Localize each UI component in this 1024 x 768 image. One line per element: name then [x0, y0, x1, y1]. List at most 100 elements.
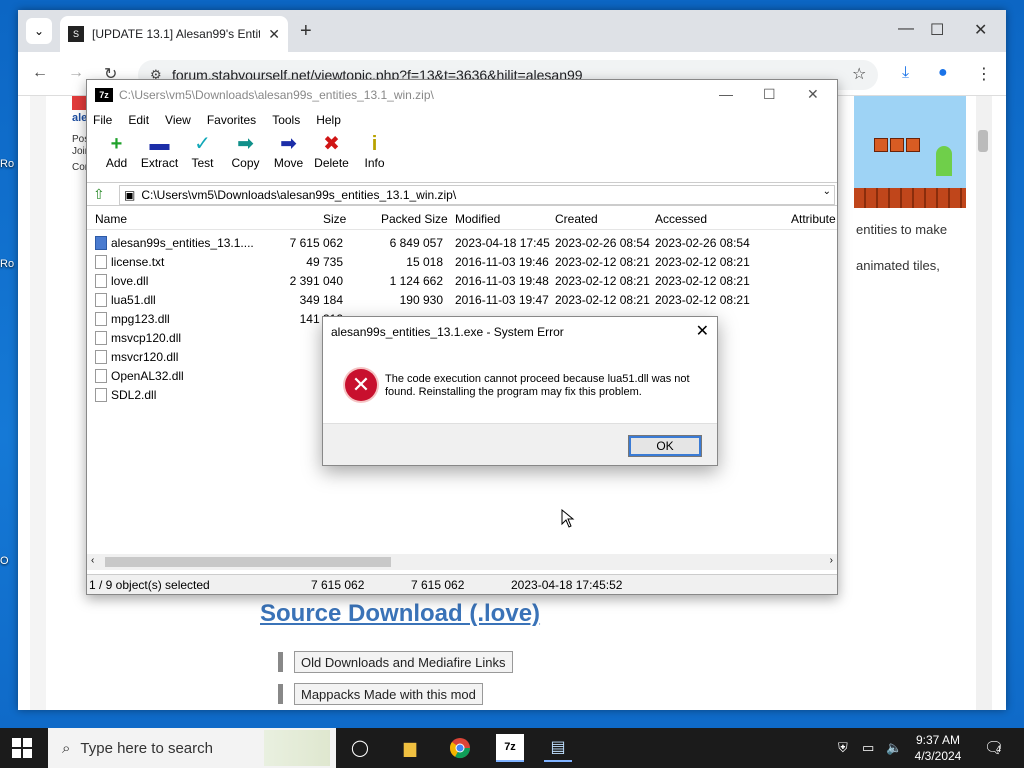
- menu-view[interactable]: View: [165, 113, 191, 127]
- taskbar-search[interactable]: ⌕ Type here to search: [48, 728, 336, 768]
- system-error-dialog: alesan99s_entities_13.1.exe - System Err…: [322, 316, 718, 466]
- 7zip-toolbar: + Add ▬ Extract ✓ Test ➡ Copy ➡ Move ✖ Delete i Info: [87, 132, 837, 178]
- close-window-button[interactable]: ✕: [807, 86, 819, 103]
- toolbar-move-button[interactable]: ➡ Move: [267, 132, 310, 178]
- desktop-icon-label[interactable]: Ro: [0, 158, 14, 170]
- toolbar-copy-button[interactable]: ➡ Copy: [224, 132, 267, 178]
- close-icon[interactable]: ✕: [696, 321, 709, 341]
- status-packed: 7 615 062: [411, 578, 465, 592]
- scroll-left-icon[interactable]: ‹: [91, 555, 94, 566]
- list-marker: [278, 652, 283, 672]
- game-screenshot-image: [854, 96, 966, 208]
- file-icon: [95, 312, 107, 326]
- 7zip-title-bar[interactable]: 7z C:\Users\vm5\Downloads\alesan99s_enti…: [87, 80, 837, 110]
- pipe-sprite: [936, 146, 952, 176]
- 7zip-icon[interactable]: 7z: [496, 734, 524, 762]
- file-icon: [95, 350, 107, 364]
- menu-file[interactable]: File: [93, 113, 112, 127]
- list-marker: [278, 684, 283, 704]
- profile-icon[interactable]: ●: [938, 64, 948, 82]
- path-input[interactable]: ▣ C:\Users\vm5\Downloads\alesan99s_entit…: [119, 185, 835, 205]
- dialog-message: The code execution cannot proceed becaus…: [385, 373, 690, 398]
- file-packed: 1 124 662: [389, 274, 443, 288]
- chrome-icon[interactable]: [446, 734, 474, 762]
- chevron-down-icon[interactable]: ⌄: [823, 186, 831, 197]
- network-icon[interactable]: ▭: [862, 740, 874, 756]
- chevron-down-icon: ⌄: [33, 24, 45, 38]
- taskbar: ⌕ Type here to search ◯ ▆ 7z ▤ ⛨ ▭ 🔈 9:3…: [0, 728, 1024, 768]
- file-icon: [95, 274, 107, 288]
- 7zip-menu-bar: File Edit View Favorites Tools Help: [87, 110, 837, 130]
- ok-button[interactable]: OK: [628, 435, 702, 457]
- file-created: 2023-02-12 08:21: [555, 293, 650, 307]
- file-row[interactable]: lua51.dll 349 184 190 930 2016-11-03 19:47 2…: [87, 291, 837, 310]
- file-row[interactable]: license.txt 49 735 15 018 2016-11-03 19:46 2…: [87, 253, 837, 272]
- 7zip-title: C:\Users\vm5\Downloads\alesan99s_entitie…: [119, 88, 434, 102]
- post-text-line: entities to make: [856, 222, 948, 237]
- column-attributes[interactable]: Attribute: [791, 212, 836, 226]
- column-size[interactable]: Size: [323, 212, 346, 226]
- menu-favorites[interactable]: Favorites: [207, 113, 256, 127]
- column-accessed[interactable]: Accessed: [655, 212, 707, 226]
- notification-center-icon[interactable]: 🗨: [984, 738, 1004, 758]
- file-row[interactable]: alesan99s_entities_13.1.... 7 615 062 6 84…: [87, 234, 837, 253]
- file-icon: [95, 293, 107, 307]
- back-arrow-icon[interactable]: ←: [32, 64, 48, 82]
- column-created[interactable]: Created: [555, 212, 598, 226]
- mappacks-button[interactable]: Mappacks Made with this mod: [294, 683, 483, 705]
- menu-edit[interactable]: Edit: [128, 113, 149, 127]
- file-accessed: 2023-02-12 08:21: [655, 255, 750, 269]
- minimize-button[interactable]: —: [719, 86, 733, 102]
- volume-muted-icon[interactable]: 🔈: [886, 740, 902, 756]
- file-row[interactable]: love.dll 2 391 040 1 124 662 2016-11-03 19:…: [87, 272, 837, 291]
- up-folder-icon[interactable]: ⇧: [93, 186, 105, 203]
- horizontal-scrollbar[interactable]: ‹ ›: [87, 554, 837, 570]
- file-size: 349 184: [299, 293, 343, 307]
- toolbar-label: Move: [273, 156, 304, 170]
- column-name[interactable]: Name: [95, 212, 127, 226]
- toolbar-info-button[interactable]: i Info: [353, 132, 396, 178]
- error-icon: ✕: [345, 369, 377, 401]
- desktop-icon-label[interactable]: Ro: [0, 258, 14, 270]
- page-scrollbar[interactable]: [976, 96, 992, 710]
- security-shield-icon[interactable]: ⛨: [838, 740, 848, 756]
- column-packed-size[interactable]: Packed Size: [381, 212, 448, 226]
- download-icon[interactable]: ⤓: [902, 64, 909, 82]
- maximize-button[interactable]: ☐: [930, 20, 944, 40]
- windows-start-icon[interactable]: [12, 738, 32, 758]
- menu-tools[interactable]: Tools: [272, 113, 300, 127]
- app-window-icon[interactable]: ▤: [544, 734, 572, 762]
- close-window-button[interactable]: ✕: [974, 20, 987, 40]
- kebab-menu-icon[interactable]: ⋮: [976, 64, 992, 84]
- clock[interactable]: 9:37 AM 4/3/2024: [908, 732, 968, 764]
- forward-arrow-icon[interactable]: →: [68, 64, 84, 82]
- maximize-button[interactable]: ☐: [763, 86, 776, 103]
- scrollbar-thumb[interactable]: [978, 130, 988, 152]
- toolbar-extract-button[interactable]: ▬ Extract: [138, 132, 181, 178]
- file-list-header: Name Size Packed Size Modified Created A…: [87, 208, 837, 230]
- desktop-icon-label[interactable]: O: [0, 555, 9, 567]
- close-icon[interactable]: ✕: [268, 26, 280, 43]
- tab-search-button[interactable]: ⌄: [26, 18, 52, 44]
- old-downloads-button[interactable]: Old Downloads and Mediafire Links: [294, 651, 513, 673]
- scroll-right-icon[interactable]: ›: [830, 555, 833, 566]
- scrollbar-thumb[interactable]: [105, 557, 391, 567]
- new-tab-button[interactable]: +: [300, 20, 312, 43]
- file-accessed: 2023-02-12 08:21: [655, 274, 750, 288]
- file-explorer-icon[interactable]: ▆: [396, 734, 424, 762]
- task-view-icon[interactable]: ◯: [346, 734, 374, 762]
- star-icon[interactable]: ☆: [852, 64, 866, 84]
- toolbar-delete-button[interactable]: ✖ Delete: [310, 132, 353, 178]
- executable-file-icon: [95, 236, 107, 250]
- source-download-link[interactable]: Source Download (.love): [260, 600, 540, 628]
- test-icon: ✓: [194, 133, 211, 155]
- toolbar-add-button[interactable]: + Add: [95, 132, 138, 178]
- toolbar-test-button[interactable]: ✓ Test: [181, 132, 224, 178]
- minimize-button[interactable]: —: [898, 20, 914, 38]
- file-size: 49 735: [306, 255, 343, 269]
- browser-tab[interactable]: S [UPDATE 13.1] Alesan99's Entiti ✕: [60, 16, 288, 52]
- 7zip-address-bar: ⇧ ▣ C:\Users\vm5\Downloads\alesan99s_ent…: [87, 182, 837, 206]
- column-modified[interactable]: Modified: [455, 212, 500, 226]
- menu-help[interactable]: Help: [316, 113, 341, 127]
- file-icon: [95, 369, 107, 383]
